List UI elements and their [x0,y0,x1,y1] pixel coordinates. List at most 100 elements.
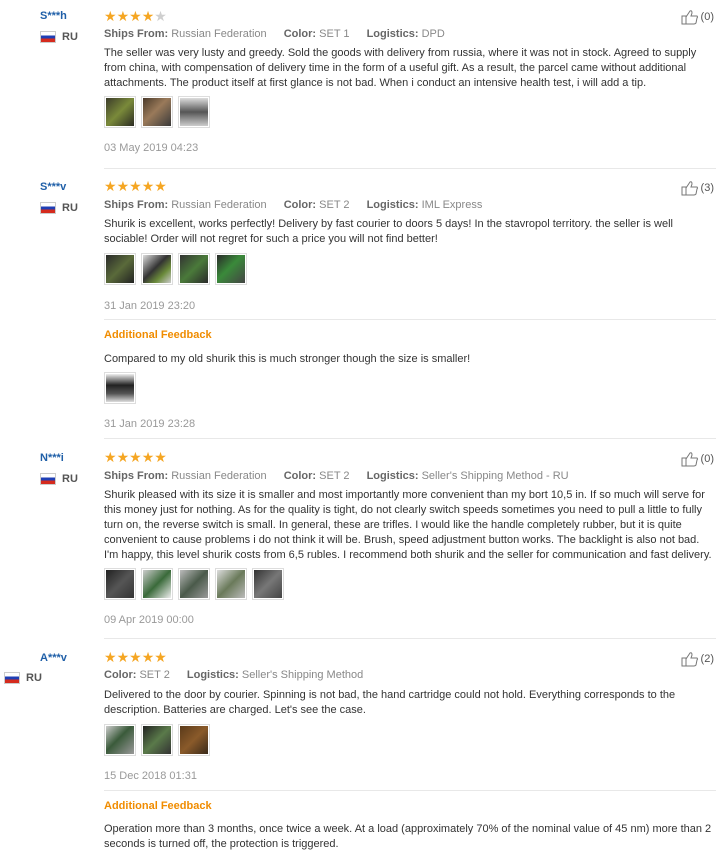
review-text: Shurik is excellent, works perfectly! De… [104,218,673,245]
review-divider [104,638,716,639]
color-value: SET 1 [319,28,350,40]
review-photo[interactable] [178,724,210,756]
helpful-button[interactable]: (2) [681,651,714,667]
color-label: Color: [104,669,137,681]
review-text: Delivered to the door by courier. Spinni… [104,689,676,716]
logistics-label: Logistics: [366,470,419,482]
review-date: 09 Apr 2019 00:00 [104,614,194,626]
review-item: S***h RU ★★★★★ Ships From: Russian Feder… [0,0,716,168]
additional-feedback-heading: Additional Feedback [104,329,212,341]
additional-feedback-heading: Additional Feedback [104,800,212,812]
helpful-button[interactable]: (0) [681,451,714,467]
reviewer-name: A***v [40,652,67,664]
star-rating: ★★★★★ [104,9,167,23]
additional-photos [104,372,136,404]
reviewer-country: RU [40,473,78,485]
thumbs-up-icon [681,10,698,25]
russia-flag-icon [40,202,56,214]
star-icon: ★ [104,8,117,24]
star-icon: ★ [104,178,117,194]
review-divider [104,168,716,169]
reviewer-name: N***i [40,452,64,464]
review-photo[interactable] [215,568,247,600]
section-divider [104,319,716,320]
order-info: Ships From: Russian Federation Color: SE… [104,470,569,482]
review-photo[interactable] [141,96,173,128]
review-item: A***v RU ★★★★★ Color: SET 2 Logistics: S… [0,642,716,855]
logistics-label: Logistics: [186,669,239,681]
reviewer-name: S***v [40,181,67,193]
star-empty-icon: ★ [154,8,167,24]
russia-flag-icon [4,672,20,684]
star-icon: ★ [129,178,142,194]
review-photo[interactable] [104,253,136,285]
russia-flag-icon [40,473,56,485]
helpful-count: (2) [700,653,714,665]
color-value: SET 2 [319,199,350,211]
review-photo[interactable] [252,568,284,600]
review-date: 15 Dec 2018 01:31 [104,770,197,782]
helpful-count: (0) [700,453,714,465]
review-photo[interactable] [104,96,136,128]
order-info: Ships From: Russian Federation Color: SE… [104,199,482,211]
star-icon: ★ [154,649,167,665]
star-icon: ★ [141,8,155,24]
review-photo[interactable] [141,253,173,285]
star-icon: ★ [129,449,142,465]
review-photo[interactable] [178,253,210,285]
star-icon: ★ [116,449,130,465]
additional-feedback-text: Operation more than 3 months, once twice… [104,823,712,850]
logistics-value: Seller's Shipping Method [241,669,364,681]
review-photos [104,253,247,285]
helpful-count: (3) [700,182,714,194]
review-item: N***i RU ★★★★★ Ships From: Russian Feder… [0,442,716,638]
logistics-label: Logistics: [366,28,419,40]
review-divider [104,438,716,439]
review-photos [104,96,210,128]
star-icon: ★ [129,649,142,665]
reviewer-country: RU [4,672,42,684]
country-code: RU [62,473,78,485]
ships-from-value: Russian Federation [171,470,267,482]
ships-from-value: Russian Federation [171,28,267,40]
review-photo[interactable] [104,372,136,404]
order-info: Ships From: Russian Federation Color: SE… [104,28,445,40]
review-date: 03 May 2019 04:23 [104,142,199,154]
review-text: Shurik pleased with its size it is small… [104,489,712,561]
color-label: Color: [283,28,317,40]
review-photo[interactable] [178,568,210,600]
reviewer-name: S***h [40,10,67,22]
star-icon: ★ [104,649,117,665]
logistics-value: IML Express [421,199,483,211]
review-photo[interactable] [141,568,173,600]
ships-from-label: Ships From: [104,470,169,482]
star-icon: ★ [116,649,130,665]
review-photo[interactable] [141,724,173,756]
thumbs-up-icon [681,181,698,196]
review-date: 31 Jan 2019 23:20 [104,300,196,312]
reviewer-country: RU [40,31,78,43]
star-icon: ★ [129,8,142,24]
color-label: Color: [283,470,317,482]
review-photo[interactable] [104,724,136,756]
review-item: S***v RU ★★★★★ Ships From: Russian Feder… [0,172,716,438]
color-value: SET 2 [139,669,170,681]
star-icon: ★ [154,178,167,194]
color-value: SET 2 [319,470,350,482]
additional-feedback-text: Compared to my old shurik this is much s… [104,353,471,365]
star-rating: ★★★★★ [104,650,167,664]
section-divider [104,790,716,791]
star-icon: ★ [104,449,117,465]
review-photo[interactable] [178,96,210,128]
helpful-button[interactable]: (0) [681,9,714,25]
ships-from-label: Ships From: [104,28,169,40]
ships-from-value: Russian Federation [171,199,267,211]
review-text: The seller was very lusty and greedy. So… [104,47,697,89]
country-code: RU [62,202,78,214]
thumbs-up-icon [681,652,698,667]
star-icon: ★ [141,649,155,665]
review-photo[interactable] [104,568,136,600]
star-icon: ★ [116,178,130,194]
review-photo[interactable] [215,253,247,285]
helpful-button[interactable]: (3) [681,180,714,196]
